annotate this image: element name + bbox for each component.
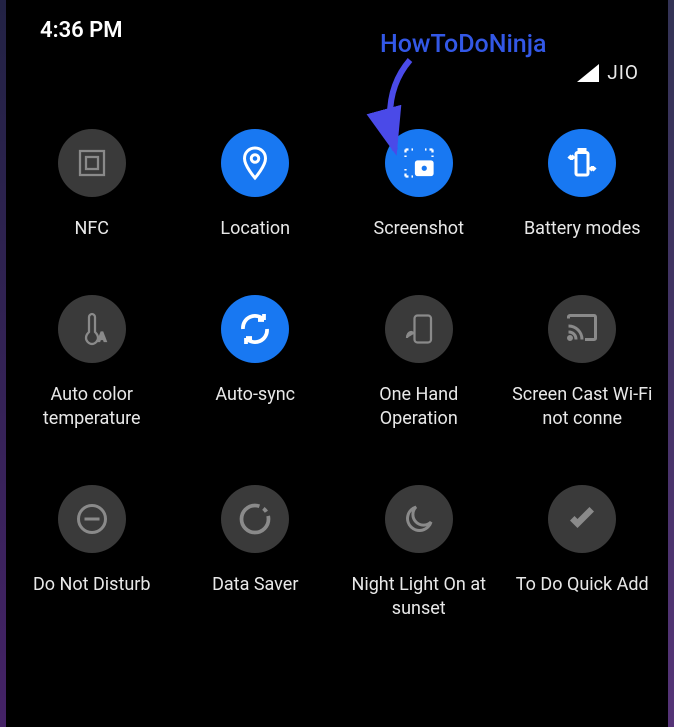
tile-location[interactable]: Location xyxy=(174,119,338,285)
tile-auto-sync[interactable]: Auto-sync xyxy=(174,285,338,475)
tile-label: Screenshot xyxy=(374,217,464,240)
battery-icon xyxy=(548,129,616,197)
annotation-arrow-icon xyxy=(330,55,430,165)
status-bar: 4:36 PM xyxy=(0,0,674,53)
tile-data-saver[interactable]: Data Saver xyxy=(174,475,338,665)
dnd-icon xyxy=(58,485,126,553)
tile-label: Battery modes xyxy=(524,217,641,240)
cast-icon xyxy=(548,295,616,363)
thermometer-icon: A xyxy=(58,295,126,363)
tile-one-hand-operation[interactable]: One Hand Operation xyxy=(337,285,501,475)
watermark-text: HowToDoNinja xyxy=(380,30,546,59)
tile-label: Screen Cast Wi-Fi not conne xyxy=(507,383,657,430)
tile-label: Auto-sync xyxy=(215,383,295,406)
screen-edge-left xyxy=(0,0,6,727)
cellular-signal-icon xyxy=(577,64,599,82)
carrier-label: JIO xyxy=(607,61,639,84)
nfc-icon xyxy=(58,129,126,197)
tile-nfc[interactable]: NFC xyxy=(10,119,174,285)
tile-auto-color-temperature[interactable]: A Auto color temperature xyxy=(10,285,174,475)
checkmark-icon xyxy=(548,485,616,553)
tile-label: Data Saver xyxy=(212,573,298,596)
tile-night-light[interactable]: Night Light On at sunset xyxy=(337,475,501,665)
tile-label: Location xyxy=(220,217,290,240)
tile-battery-modes[interactable]: Battery modes xyxy=(501,119,665,285)
tile-label: Auto color temperature xyxy=(17,383,167,430)
quick-settings-grid: NFC Location Screenshot xyxy=(0,99,674,665)
sync-icon xyxy=(221,295,289,363)
tile-screen-cast[interactable]: Screen Cast Wi-Fi not conne xyxy=(501,285,665,475)
tile-label: NFC xyxy=(74,217,109,240)
data-saver-icon xyxy=(221,485,289,553)
tile-label: Night Light On at sunset xyxy=(344,573,494,620)
tile-label: One Hand Operation xyxy=(344,383,494,430)
tile-label: To Do Quick Add xyxy=(516,573,649,596)
tile-do-not-disturb[interactable]: Do Not Disturb xyxy=(10,475,174,665)
one-hand-icon xyxy=(385,295,453,363)
tile-label: Do Not Disturb xyxy=(33,573,151,596)
location-icon xyxy=(221,129,289,197)
moon-icon xyxy=(385,485,453,553)
clock-time: 4:36 PM xyxy=(40,18,123,43)
svg-text:A: A xyxy=(98,330,106,344)
screen-edge-right xyxy=(668,0,674,727)
tile-todo-quick-add[interactable]: To Do Quick Add xyxy=(501,475,665,665)
